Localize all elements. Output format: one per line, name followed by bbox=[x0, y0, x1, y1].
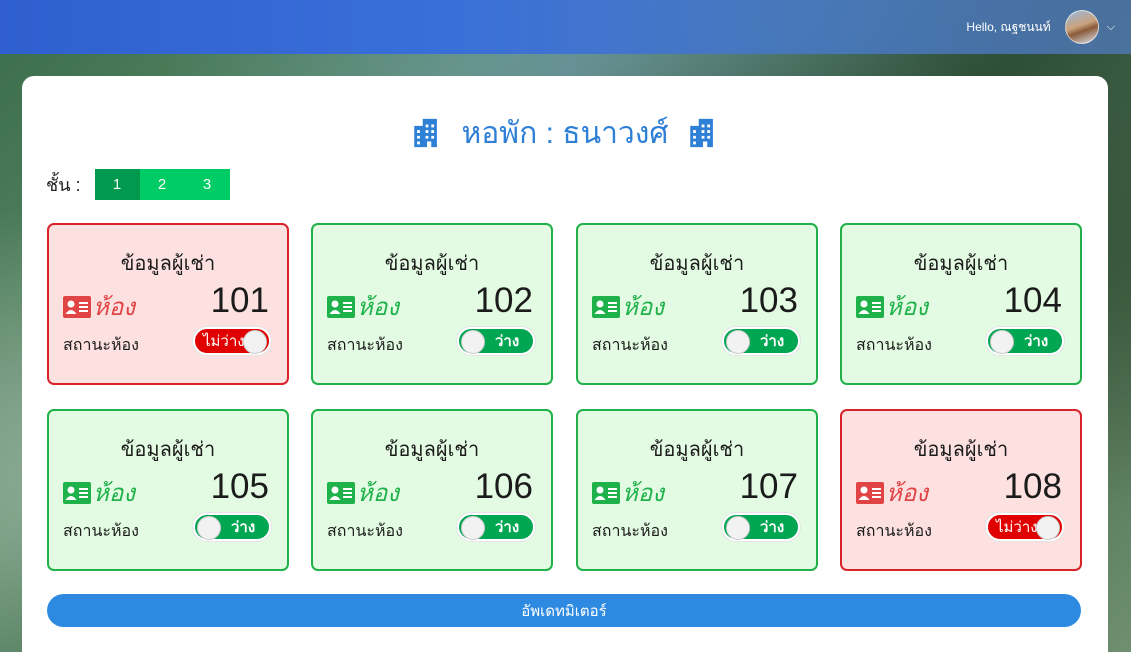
room-word: ห้อง bbox=[622, 480, 664, 507]
update-meter-button[interactable]: อัพเดทมิเตอร์ bbox=[47, 594, 1081, 627]
tenant-info-heading: ข้อมูลผู้เช่า bbox=[120, 253, 216, 275]
tenant-info-heading: ข้อมูลผู้เช่า bbox=[384, 253, 480, 275]
id-card-icon bbox=[592, 481, 620, 504]
room-status-label: สถานะห้อง bbox=[63, 337, 139, 354]
toggle-label: ว่าง bbox=[495, 333, 520, 350]
toggle-label: ไม่ว่าง bbox=[203, 333, 245, 350]
room-card[interactable]: ข้อมูลผู้เช่าห้อง 105 สถานะห้อง ว่าง bbox=[47, 409, 289, 571]
room-number: 105 bbox=[210, 467, 269, 506]
main-panel: หอพัก : ธนาวงศ์ ชั้น : 1 2 3 ข้อมูลผู้เช… bbox=[22, 76, 1108, 652]
id-card-icon bbox=[592, 295, 620, 318]
room-line: ห้อง bbox=[63, 287, 135, 326]
room-status-toggle[interactable]: ว่าง bbox=[457, 327, 535, 355]
floor-tabs: 1 2 3 bbox=[94, 168, 230, 200]
room-number: 102 bbox=[474, 281, 533, 320]
building-icon bbox=[413, 118, 437, 148]
room-number: 106 bbox=[474, 467, 533, 506]
toggle-knob bbox=[726, 330, 750, 354]
id-card-icon bbox=[856, 481, 884, 504]
room-word: ห้อง bbox=[886, 294, 928, 321]
room-status-toggle[interactable]: ไม่ว่าง bbox=[986, 513, 1064, 541]
room-line: ห้อง bbox=[63, 473, 135, 512]
toggle-label: ไม่ว่าง bbox=[996, 519, 1038, 536]
floor-label: ชั้น : bbox=[46, 174, 81, 195]
page-title: หอพัก : ธนาวงศ์ bbox=[22, 110, 1108, 156]
building-icon bbox=[690, 118, 714, 148]
id-card-icon bbox=[63, 481, 91, 504]
id-card-icon bbox=[327, 481, 355, 504]
room-card[interactable]: ข้อมูลผู้เช่าห้อง 108 สถานะห้อง ไม่ว่าง bbox=[840, 409, 1082, 571]
room-status-toggle[interactable]: ว่าง bbox=[193, 513, 271, 541]
room-line: ห้อง bbox=[856, 473, 928, 512]
room-status-toggle[interactable]: ว่าง bbox=[722, 513, 800, 541]
floor-tab-1[interactable]: 1 bbox=[94, 168, 140, 200]
room-status-label: สถานะห้อง bbox=[856, 523, 932, 540]
toggle-label: ว่าง bbox=[760, 519, 785, 536]
tenant-info-heading: ข้อมูลผู้เช่า bbox=[120, 439, 216, 461]
room-status-toggle[interactable]: ไม่ว่าง bbox=[193, 327, 271, 355]
room-number: 104 bbox=[1003, 281, 1062, 320]
avatar[interactable] bbox=[1064, 10, 1099, 44]
room-card[interactable]: ข้อมูลผู้เช่าห้อง 101 สถานะห้อง ไม่ว่าง bbox=[47, 223, 289, 385]
room-line: ห้อง bbox=[856, 287, 928, 326]
room-status-label: สถานะห้อง bbox=[327, 337, 403, 354]
toggle-label: ว่าง bbox=[495, 519, 520, 536]
tenant-info-heading: ข้อมูลผู้เช่า bbox=[913, 439, 1009, 461]
toggle-knob bbox=[197, 516, 221, 540]
room-status-toggle[interactable]: ว่าง bbox=[457, 513, 535, 541]
toggle-knob bbox=[1036, 516, 1060, 540]
toggle-knob bbox=[243, 330, 267, 354]
room-word: ห้อง bbox=[93, 294, 135, 321]
user-menu[interactable]: Hello, ณฐชนนท์ ⌵ bbox=[966, 10, 1115, 44]
toggle-label: ว่าง bbox=[1024, 333, 1049, 350]
chevron-down-icon[interactable]: ⌵ bbox=[1107, 20, 1115, 34]
room-status-label: สถานะห้อง bbox=[327, 523, 403, 540]
room-word: ห้อง bbox=[357, 294, 399, 321]
room-status-label: สถานะห้อง bbox=[592, 337, 668, 354]
tenant-info-heading: ข้อมูลผู้เช่า bbox=[384, 439, 480, 461]
dorm-title: หอพัก : ธนาวงศ์ bbox=[461, 116, 669, 150]
id-card-icon bbox=[327, 295, 355, 318]
room-card[interactable]: ข้อมูลผู้เช่าห้อง 104 สถานะห้อง ว่าง bbox=[840, 223, 1082, 385]
toggle-knob bbox=[461, 330, 485, 354]
floor-tab-3[interactable]: 3 bbox=[184, 168, 230, 200]
room-number: 101 bbox=[210, 281, 269, 320]
room-word: ห้อง bbox=[93, 480, 135, 507]
toggle-knob bbox=[990, 330, 1014, 354]
room-card[interactable]: ข้อมูลผู้เช่าห้อง 106 สถานะห้อง ว่าง bbox=[311, 409, 553, 571]
toggle-knob bbox=[726, 516, 750, 540]
id-card-icon bbox=[63, 295, 91, 318]
room-status-toggle[interactable]: ว่าง bbox=[722, 327, 800, 355]
toggle-knob bbox=[461, 516, 485, 540]
room-status-label: สถานะห้อง bbox=[592, 523, 668, 540]
toggle-label: ว่าง bbox=[760, 333, 785, 350]
room-card[interactable]: ข้อมูลผู้เช่าห้อง 102 สถานะห้อง ว่าง bbox=[311, 223, 553, 385]
room-status-toggle[interactable]: ว่าง bbox=[986, 327, 1064, 355]
floor-selector: ชั้น : 1 2 3 bbox=[46, 168, 230, 200]
room-status-label: สถานะห้อง bbox=[63, 523, 139, 540]
room-card[interactable]: ข้อมูลผู้เช่าห้อง 103 สถานะห้อง ว่าง bbox=[576, 223, 818, 385]
room-card[interactable]: ข้อมูลผู้เช่าห้อง 107 สถานะห้อง ว่าง bbox=[576, 409, 818, 571]
room-number: 103 bbox=[739, 281, 798, 320]
tenant-info-heading: ข้อมูลผู้เช่า bbox=[913, 253, 1009, 275]
id-card-icon bbox=[856, 295, 884, 318]
room-number: 107 bbox=[739, 467, 798, 506]
floor-tab-2[interactable]: 2 bbox=[139, 168, 185, 200]
room-word: ห้อง bbox=[622, 294, 664, 321]
greeting-text: Hello, ณฐชนนท์ bbox=[966, 19, 1051, 34]
top-navbar: Hello, ณฐชนนท์ ⌵ bbox=[0, 0, 1131, 54]
room-line: ห้อง bbox=[327, 287, 399, 326]
room-line: ห้อง bbox=[327, 473, 399, 512]
room-number: 108 bbox=[1003, 467, 1062, 506]
tenant-info-heading: ข้อมูลผู้เช่า bbox=[649, 253, 745, 275]
room-status-label: สถานะห้อง bbox=[856, 337, 932, 354]
toggle-label: ว่าง bbox=[231, 519, 256, 536]
tenant-info-heading: ข้อมูลผู้เช่า bbox=[649, 439, 745, 461]
room-line: ห้อง bbox=[592, 473, 664, 512]
room-word: ห้อง bbox=[357, 480, 399, 507]
room-line: ห้อง bbox=[592, 287, 664, 326]
room-word: ห้อง bbox=[886, 480, 928, 507]
